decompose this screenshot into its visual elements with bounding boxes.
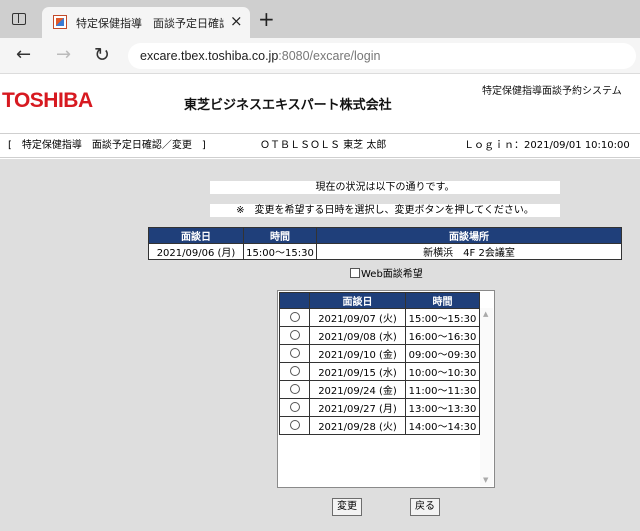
table-row[interactable]: 2021/09/15 (水) 10:00～10:30: [279, 362, 480, 381]
slot-date: 2021/09/08 (水): [309, 326, 406, 345]
new-tab-icon[interactable]: +: [258, 9, 275, 29]
slot-time: 16:00～16:30: [405, 326, 480, 345]
column-header-time: 時間: [243, 227, 317, 244]
tab-close-icon[interactable]: ×: [230, 12, 243, 30]
slot-list-box[interactable]: 面談日 時間 2021/09/07 (火) 15:00～15:30 2021/09…: [277, 290, 495, 488]
slot-date: 2021/09/28 (火): [309, 416, 406, 435]
tab-actions-icon[interactable]: [12, 13, 26, 25]
web-interview-checkbox[interactable]: [350, 267, 360, 278]
change-button[interactable]: 変更: [332, 498, 362, 516]
slot-date: 2021/09/07 (火): [309, 308, 406, 327]
back-button[interactable]: 戻る: [410, 498, 440, 516]
slot-time: 11:00～11:30: [405, 380, 480, 399]
current-place: 新横浜 4F 2会議室: [316, 243, 622, 260]
slot-radio[interactable]: [289, 420, 300, 430]
slot-time: 10:00～10:30: [405, 362, 480, 381]
table-row[interactable]: 2021/09/07 (火) 15:00～15:30: [279, 308, 480, 327]
slot-date: 2021/09/24 (金): [309, 380, 406, 399]
slot-date: 2021/09/27 (月): [309, 398, 406, 417]
forward-arrow-icon[interactable]: →: [56, 44, 71, 66]
slot-table: 面談日 時間 2021/09/07 (火) 15:00～15:30 2021/09…: [279, 292, 480, 435]
table-row[interactable]: 2021/09/27 (月) 13:00～13:30: [279, 398, 480, 417]
url-host: excare.tbex.toshiba.co.jp: [140, 49, 279, 63]
slot-radio[interactable]: [289, 330, 300, 340]
current-time: 15:00～15:30: [243, 243, 317, 260]
url-field[interactable]: excare.tbex.toshiba.co.jp:8080/excare/lo…: [128, 43, 636, 69]
browser-tab[interactable]: 特定保健指導 面談予定日確認... ×: [42, 7, 250, 38]
tab-title: 特定保健指導 面談予定日確認...: [76, 17, 224, 30]
browser-tab-bar: 特定保健指導 面談予定日確認... × +: [0, 0, 640, 38]
scroll-up-icon[interactable]: ▲: [483, 310, 488, 318]
column-header-date: 面談日: [148, 227, 244, 244]
company-name: 東芝ビジネスエキスパート株式会社: [184, 98, 392, 113]
table-row[interactable]: 2021/09/10 (金) 09:00～09:30: [279, 344, 480, 363]
slot-date: 2021/09/15 (水): [309, 362, 406, 381]
list-scrollbar[interactable]: ▲ ▼: [480, 308, 493, 486]
breadcrumb: [ 特定保健指導 面談予定日確認／変更 ]: [8, 140, 206, 151]
table-row[interactable]: 2021/09/24 (金) 11:00～11:30: [279, 380, 480, 399]
slot-time: 13:00～13:30: [405, 398, 480, 417]
slot-time: 15:00～15:30: [405, 308, 480, 327]
column-header-place: 面談場所: [316, 227, 622, 244]
user-name: ＯＴＢＬＳＯＬＳ 東芝 太郎: [260, 140, 387, 151]
slot-radio[interactable]: [289, 366, 300, 376]
url-path: :8080/excare/login: [278, 49, 381, 63]
column-header-time: 時間: [405, 292, 480, 309]
slot-time: 14:00～14:30: [405, 416, 480, 435]
column-header-date: 面談日: [309, 292, 406, 309]
system-name: 特定保健指導面談予約システム: [482, 86, 622, 97]
slot-radio[interactable]: [289, 402, 300, 412]
current-appointment-table: 面談日 時間 面談場所 2021/09/06 (月) 15:00～15:30 新…: [148, 227, 622, 260]
slot-time: 09:00～09:30: [405, 344, 480, 363]
slot-date: 2021/09/10 (金): [309, 344, 406, 363]
current-date: 2021/09/06 (月): [148, 243, 244, 260]
column-header-select: [279, 292, 310, 309]
table-row[interactable]: 2021/09/08 (水) 16:00～16:30: [279, 326, 480, 345]
back-arrow-icon[interactable]: ←: [16, 44, 31, 66]
slot-radio[interactable]: [289, 348, 300, 358]
reload-icon[interactable]: ↻: [94, 44, 110, 66]
table-row[interactable]: 2021/09/28 (火) 14:00～14:30: [279, 416, 480, 435]
slot-radio[interactable]: [289, 384, 300, 394]
login-timestamp: Ｌｏｇｉｎ：2021/09/01 10:10:00: [464, 140, 630, 151]
page-content: TOSHIBA 東芝ビジネスエキスパート株式会社 特定保健指導面談予約システム …: [0, 75, 640, 531]
address-bar-area: ← → ↻ excare.tbex.toshiba.co.jp:8080/exc…: [0, 38, 640, 74]
instruction-message: ※ 変更を希望する日時を選択し、変更ボタンを押してください。: [210, 204, 560, 217]
table-row: 2021/09/06 (月) 15:00～15:30 新横浜 4F 2会議室: [148, 243, 622, 260]
web-interview-label: Web面談希望: [361, 269, 423, 280]
scroll-down-icon[interactable]: ▼: [483, 476, 488, 484]
slot-radio[interactable]: [289, 312, 300, 322]
status-message: 現在の状況は以下の通りです。: [210, 181, 560, 194]
info-bar: [ 特定保健指導 面談予定日確認／変更 ] ＯＴＢＬＳＯＬＳ 東芝 太郎 Ｌｏｇ…: [0, 133, 640, 158]
site-favicon-icon: [53, 15, 67, 29]
toshiba-logo: TOSHIBA: [2, 89, 93, 112]
web-interview-option[interactable]: Web面談希望: [350, 265, 423, 280]
